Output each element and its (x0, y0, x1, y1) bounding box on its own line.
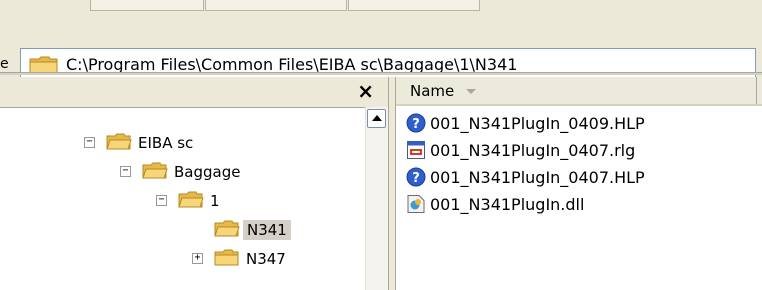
tree-node-label: 1 (210, 192, 220, 210)
file-name: 001_N341PlugIn_0407.HLP (430, 168, 645, 187)
folders-pane: × − EIBA sc − Baggage − 1 N341 + N347 (0, 77, 388, 290)
open-folder-icon (142, 161, 168, 185)
file-row[interactable]: 001_N341PlugIn.dll (406, 192, 706, 218)
folders-pane-header: × (0, 77, 388, 108)
folder-icon (214, 248, 240, 272)
svg-text:?: ? (412, 171, 420, 186)
tree-node-label: EIBA sc (138, 134, 194, 152)
open-folder-icon (214, 219, 240, 243)
expand-icon[interactable]: + (192, 253, 203, 264)
column-header-name[interactable]: Name (396, 77, 757, 104)
open-folder-icon (178, 190, 204, 214)
help-file-icon: ? (406, 113, 426, 137)
tree-node-eiba-sc[interactable]: − EIBA sc (84, 131, 284, 157)
collapse-icon[interactable]: − (120, 166, 131, 177)
rlg-file-icon (406, 140, 426, 164)
column-header-bar: Name (396, 77, 762, 106)
collapse-icon[interactable]: − (84, 137, 95, 148)
toolbar-button-remnant (348, 0, 480, 11)
file-row[interactable]: ? 001_N341PlugIn_0409.HLP (406, 111, 706, 137)
address-label-fragment: e (0, 56, 9, 72)
folder-icon (29, 55, 59, 79)
tree-node-n347[interactable]: + N347 (192, 247, 342, 273)
toolbar-remnant (0, 0, 762, 20)
address-bar: e C:\Program Files\Common Files\EIBA sc\… (0, 19, 762, 79)
pane-splitter[interactable] (388, 77, 396, 290)
file-name: 001_N341PlugIn.dll (430, 195, 585, 214)
tree-node-n341[interactable]: N341 (192, 218, 342, 244)
file-row[interactable]: ? 001_N341PlugIn_0407.HLP (406, 165, 706, 191)
sort-down-icon (466, 89, 476, 94)
tree-node-label: N347 (246, 250, 286, 268)
file-name: 001_N341PlugIn_0407.rlg (430, 141, 636, 160)
close-pane-button[interactable]: × (357, 79, 374, 103)
tree-scrollbar[interactable] (365, 107, 388, 290)
toolbar-button-remnant (90, 0, 204, 11)
column-header-label: Name (410, 82, 455, 100)
toolbar-button-remnant (205, 0, 347, 11)
collapse-icon[interactable]: − (156, 195, 167, 206)
tree-node-baggage[interactable]: − Baggage (120, 160, 320, 186)
dll-file-icon (406, 194, 426, 218)
svg-text:?: ? (412, 117, 420, 132)
open-folder-icon (106, 132, 132, 156)
tree-node-label-selected: N341 (243, 220, 291, 240)
file-row[interactable]: 001_N341PlugIn_0407.rlg (406, 138, 706, 164)
file-name: 001_N341PlugIn_0409.HLP (430, 114, 645, 133)
toolbar-divider (0, 72, 762, 75)
scroll-up-arrow-icon[interactable] (367, 109, 386, 128)
file-list-pane: Name ? 001_N341PlugIn_0409.HLP 001_N341P… (396, 77, 762, 290)
tree-node-1[interactable]: − 1 (156, 189, 316, 215)
tree-node-label: Baggage (174, 163, 241, 181)
help-file-icon: ? (406, 167, 426, 191)
